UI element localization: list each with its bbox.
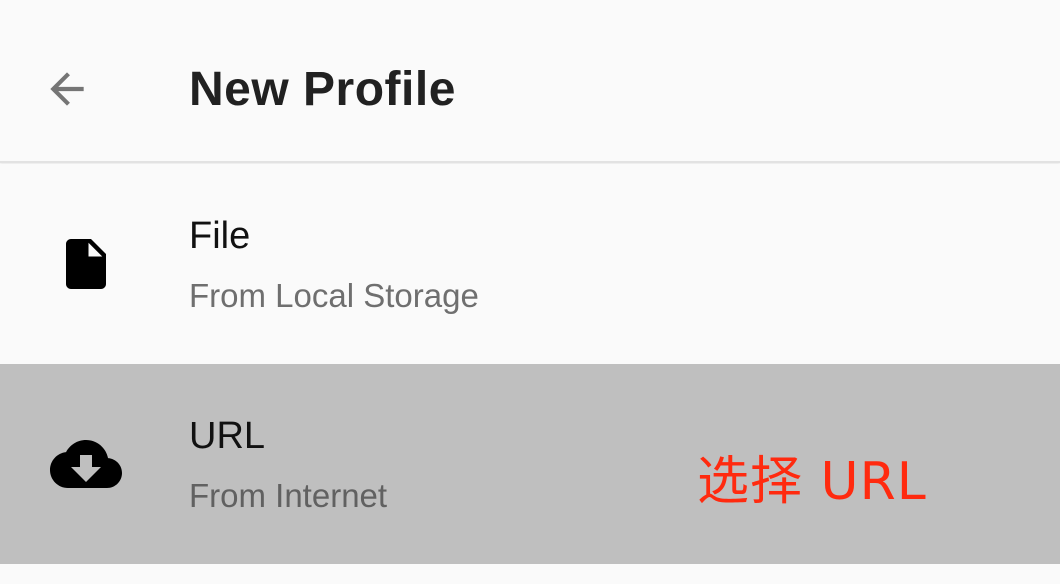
page-title: New Profile — [189, 63, 456, 116]
back-button[interactable] — [30, 52, 104, 126]
list-item-subtitle: From Internet — [189, 477, 388, 514]
list-item-file[interactable]: File From Local Storage — [0, 164, 1060, 364]
list-item-title: File — [189, 215, 251, 257]
app-bar: New Profile — [0, 0, 1060, 163]
list-item-subtitle: From Local Storage — [189, 277, 479, 314]
list-item-title: URL — [189, 415, 266, 457]
arrow-back-icon — [50, 72, 84, 106]
annotation-label: 选择 URL — [697, 452, 927, 512]
file-icon — [40, 218, 132, 310]
list-item-url[interactable]: URL From Internet 选择 URL — [0, 364, 1060, 564]
cloud-download-icon — [40, 418, 132, 510]
